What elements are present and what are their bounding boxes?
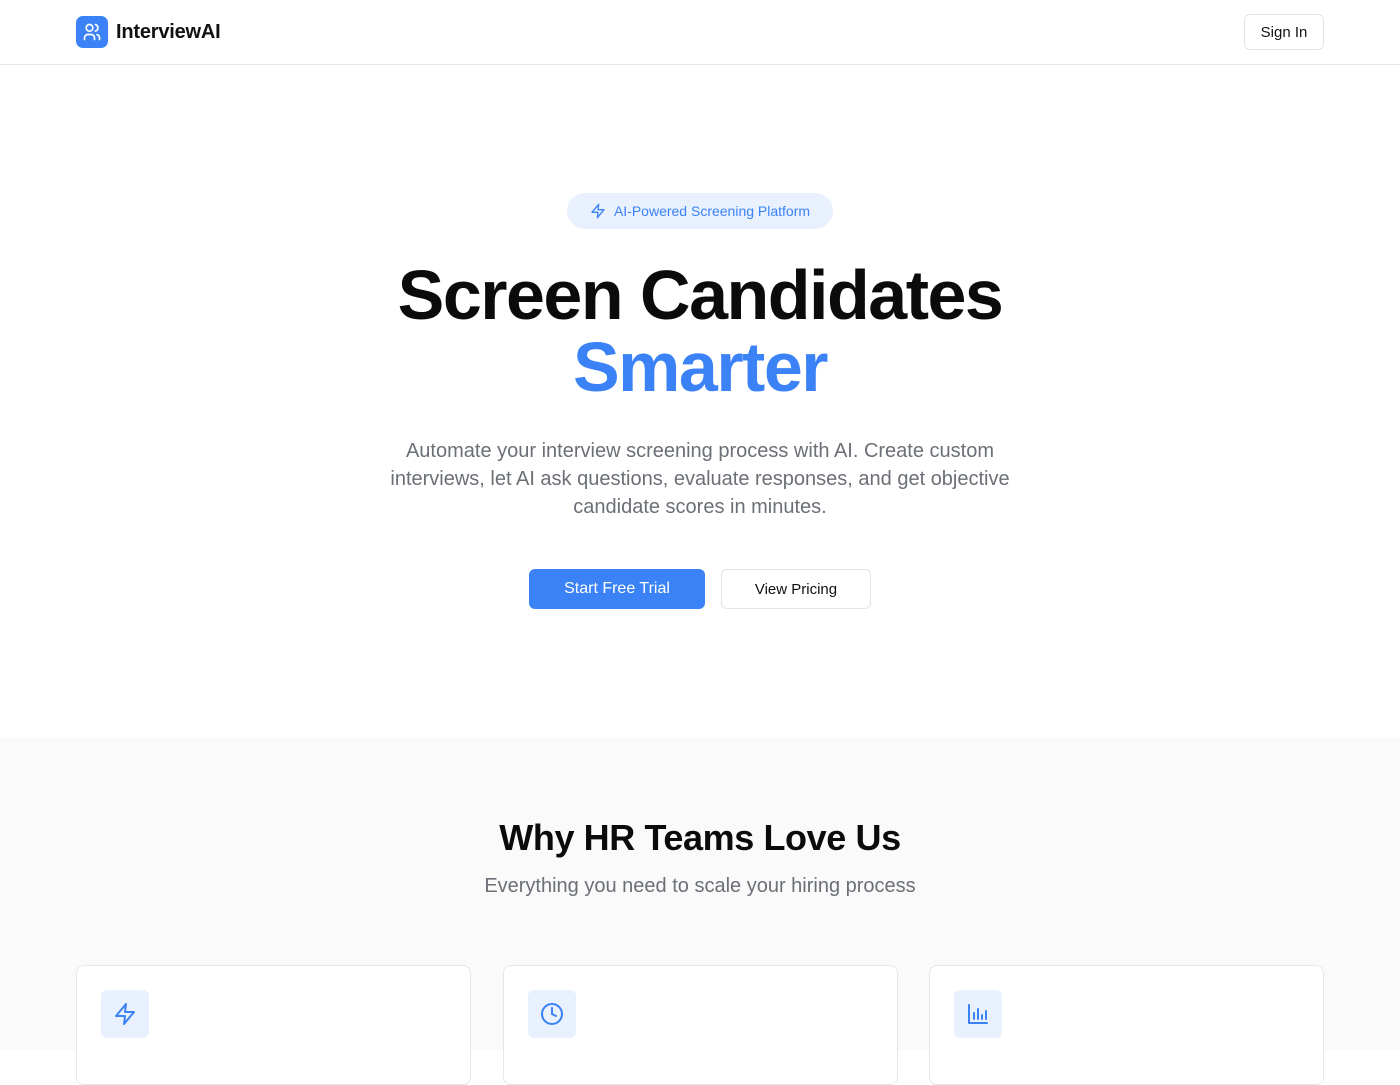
features-title: Why HR Teams Love Us <box>499 817 901 858</box>
start-free-trial-button[interactable]: Start Free Trial <box>529 569 705 609</box>
lightning-icon <box>101 990 149 1038</box>
hero-badge-text: AI-Powered Screening Platform <box>613 203 811 219</box>
feature-card-1 <box>76 965 471 1085</box>
users-logo-icon <box>76 16 108 48</box>
view-pricing-button[interactable]: View Pricing <box>721 569 871 609</box>
lightning-icon <box>591 203 605 219</box>
hero-title-accent: Smarter <box>572 328 829 406</box>
clock-icon <box>528 990 576 1038</box>
bar-chart-icon <box>954 990 1002 1038</box>
features-section: Why HR Teams Love Us Everything you need… <box>0 737 1400 1085</box>
features-subtitle: Everything you need to scale your hiring… <box>484 875 916 897</box>
feature-card-2 <box>503 965 898 1085</box>
hero-section: AI-Powered Screening Platform Screen Can… <box>0 65 1400 737</box>
brand-name: InterviewAI <box>116 20 221 43</box>
hero-badge: AI-Powered Screening Platform <box>567 193 833 229</box>
sign-in-button[interactable]: Sign In <box>1244 14 1324 50</box>
feature-card-3 <box>929 965 1324 1085</box>
brand[interactable]: InterviewAI <box>76 16 221 48</box>
top-navbar: InterviewAI Sign In <box>0 0 1400 65</box>
hero-title-line1: Screen Candidates <box>397 256 1004 334</box>
hero-subtitle: Automate your interview screening proces… <box>390 440 1010 518</box>
hero-title: Screen Candidates Smarter <box>0 259 1400 403</box>
